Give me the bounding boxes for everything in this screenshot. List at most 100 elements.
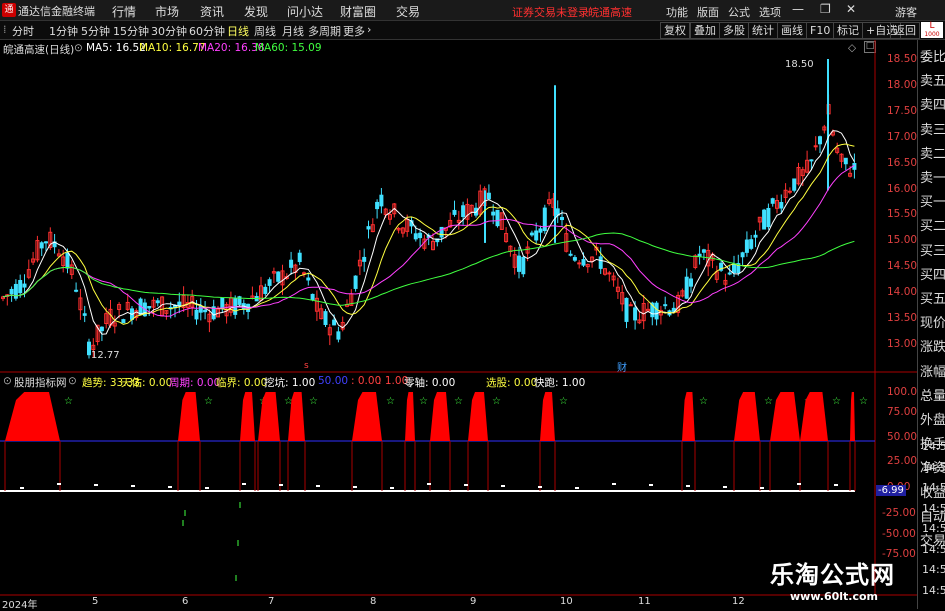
f10-button[interactable]: F10 [806, 22, 835, 39]
candle-body [366, 226, 371, 230]
candle-body [297, 252, 302, 263]
period-tab-weekly[interactable]: 周线 [254, 23, 276, 39]
candle-body [74, 289, 79, 292]
sidebar-item[interactable]: 卖四 [920, 94, 945, 113]
sidebar-item[interactable]: 买一 [920, 191, 945, 210]
period-tab-multi[interactable]: 多周期 [308, 23, 341, 39]
candle-body [663, 304, 668, 307]
candle-body [753, 234, 758, 238]
indicator-dot [834, 484, 838, 486]
param-tianyou: 天佑: 0.00 [121, 377, 173, 389]
user-name[interactable]: 游客 [895, 4, 917, 20]
period-tab-more[interactable]: 更多 [343, 23, 365, 39]
trade-login-status[interactable]: 证券交易未登录 [512, 4, 589, 20]
sidebar-item[interactable]: 涨跌 [920, 336, 945, 355]
sub-indicator-icon[interactable]: ⊙ [3, 375, 12, 387]
sidebar-item[interactable]: 外盘 [920, 409, 945, 428]
sidebar-item[interactable]: 买三 [920, 240, 945, 259]
menu-item-function[interactable]: 功能 [666, 4, 688, 20]
indicator-dot [686, 485, 690, 487]
indicator-dot [168, 486, 172, 488]
more-chevron-icon[interactable]: › [367, 23, 371, 36]
toolbar-handle-icon[interactable]: ⁞ [3, 23, 7, 36]
statistics-button[interactable]: 统计 [748, 22, 778, 39]
app-logo-icon: 通 [2, 3, 16, 17]
restore-icon[interactable]: ❐ [820, 2, 831, 16]
menu-bar: 通 通达信金融终端 行情 市场 资讯 发现 问小达 财富圈 交易 证券交易未登录… [0, 0, 945, 21]
event-marker-s[interactable]: s [304, 361, 309, 371]
candle-body [689, 278, 693, 287]
back-button[interactable]: 返回 [890, 22, 920, 39]
sidebar-item[interactable]: 卖五 [920, 70, 945, 89]
menu-item-market[interactable]: 行情 [112, 3, 136, 20]
period-tab-30min[interactable]: 30分钟 [151, 23, 187, 39]
candle-body [194, 309, 199, 320]
current-indicator-value: -6.99 [876, 485, 906, 496]
indicator-dot [501, 485, 505, 487]
indicator-block [405, 392, 415, 441]
sidebar-item[interactable]: 委比 [920, 46, 945, 65]
sidebar-item[interactable]: 涨幅 [920, 361, 945, 380]
sidebar-item[interactable]: 卖一 [920, 167, 945, 186]
sidebar-time-label: 14:56 [922, 440, 945, 453]
menu-item-wealth[interactable]: 财富圈 [340, 3, 376, 20]
menu-item-ask[interactable]: 问小达 [287, 3, 323, 20]
indicator-dot [390, 487, 394, 489]
period-tab-daily[interactable]: 日线 [227, 23, 249, 39]
watermark-title: 乐淘公式网 [770, 560, 895, 589]
candle-body [491, 211, 496, 216]
period-tab-60min[interactable]: 60分钟 [189, 23, 225, 39]
period-tab-15min[interactable]: 15分钟 [113, 23, 149, 39]
indicator-block [430, 392, 450, 441]
restore-rights-button[interactable]: 复权 [660, 22, 690, 39]
minimize-icon[interactable]: — [792, 2, 804, 16]
param-fifty: 50.00 [318, 375, 349, 387]
sidebar-item[interactable]: 买二 [920, 215, 945, 234]
menu-item-discover[interactable]: 发现 [244, 3, 268, 20]
sidebar-item[interactable]: 买五 [920, 288, 945, 307]
period-tab-1min[interactable]: 1分钟 [49, 23, 78, 39]
price-tick-label: 13.50 [887, 312, 918, 324]
candle-body [521, 256, 526, 275]
sidebar-item[interactable]: 总量 [920, 385, 945, 404]
draw-line-button[interactable]: 画线 [777, 22, 807, 39]
indicator-block [540, 392, 555, 441]
price-tick-label: 15.50 [887, 208, 918, 221]
menu-item-formula[interactable]: 公式 [728, 4, 750, 20]
sidebar-item[interactable]: 买四 [920, 264, 945, 283]
candle-body [727, 272, 732, 275]
mark-button[interactable]: 标记 [833, 22, 863, 39]
high-price-label: 18.50 [785, 59, 814, 70]
menu-item-options[interactable]: 选项 [759, 4, 781, 20]
signal-star-icon: ☆ [764, 396, 773, 407]
candle-body [263, 286, 268, 294]
period-tab-monthly[interactable]: 月线 [282, 23, 304, 39]
sidebar-time-label: 14:56 [922, 542, 945, 556]
menu-item-news[interactable]: 资讯 [200, 3, 224, 20]
price-tick-label: 17.00 [887, 130, 918, 143]
sidebar-item[interactable]: 卖二 [920, 143, 945, 162]
event-marker-finance[interactable]: 财 [617, 359, 627, 374]
menu-item-markets[interactable]: 市场 [155, 3, 179, 20]
indicator-tick-label: 100.0 [887, 386, 918, 398]
sidebar-time-label: 14:56 [922, 460, 945, 474]
signal-star-icon: ☆ [419, 396, 428, 407]
sidebar-item[interactable]: 卖三 [920, 119, 945, 138]
level2-badge-icon[interactable]: L 1000 [921, 22, 943, 38]
menu-item-trade[interactable]: 交易 [396, 3, 420, 20]
candle-body [82, 313, 87, 316]
period-tab-5min[interactable]: 5分钟 [81, 23, 110, 39]
candle-body [624, 297, 629, 322]
indicator-block [734, 392, 760, 441]
overlay-button[interactable]: 叠加 [690, 22, 720, 39]
close-icon[interactable]: ✕ [846, 2, 856, 16]
sub-settings-icon[interactable]: ⊙ [68, 375, 77, 387]
indicator-dot [316, 485, 320, 487]
period-tab-timeshare[interactable]: 分时 [12, 23, 34, 39]
indicator-block [468, 392, 488, 441]
kline-chart[interactable]: ☆☆☆☆☆☆☆☆☆☆☆☆☆☆☆ [0, 40, 917, 596]
indicator-dot [94, 484, 98, 486]
sidebar-item[interactable]: 现价 [920, 312, 945, 331]
multi-stock-button[interactable]: 多股 [719, 22, 749, 39]
menu-item-layout[interactable]: 版面 [697, 4, 719, 20]
